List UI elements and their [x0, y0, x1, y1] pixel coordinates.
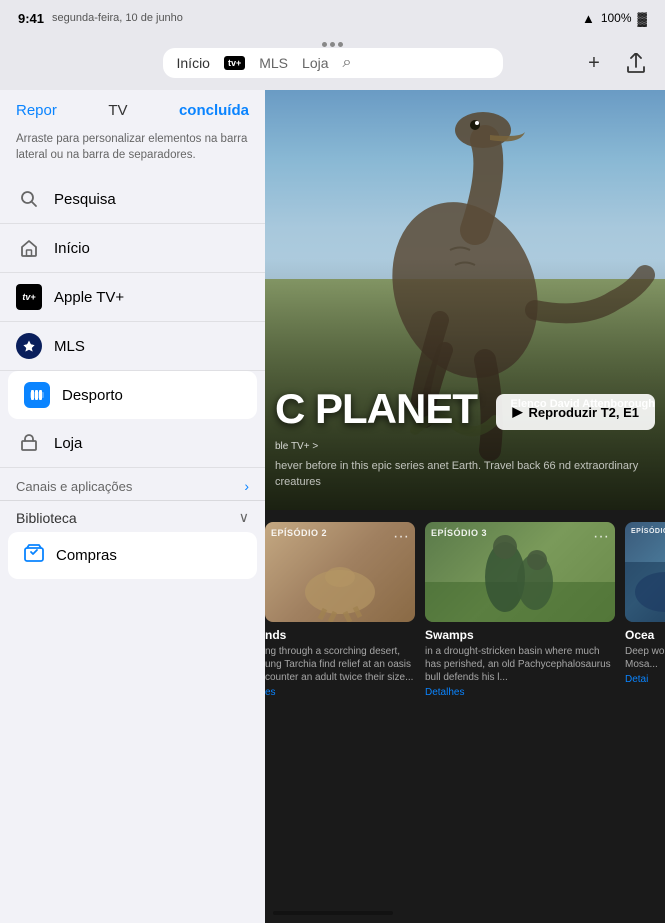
sidebar-item-pesquisa[interactable]: Pesquisa	[0, 175, 265, 224]
sidebar-item-label-loja: Loja	[54, 435, 249, 452]
episode-title-1: nds	[265, 628, 415, 642]
status-time: 9:41	[18, 11, 44, 26]
sidebar-canais-title: Canais e aplicações	[16, 479, 132, 494]
sidebar-item-inicio[interactable]: Início	[0, 224, 265, 273]
status-bar: 9:41 segunda-feira, 10 de junho ▲ 100% ▓	[0, 0, 665, 36]
sidebar: Repor TV concluída Arraste para personal…	[0, 90, 265, 923]
nav-bar: Início tv+ MLS Loja ⌕ +	[0, 36, 665, 90]
episodes-grid: EPÍSÓDIO 2 ··· nds ng through a scorchin…	[265, 522, 665, 698]
episode-desc-1: ng through a scorching desert, ung Tarch…	[265, 645, 415, 684]
episode-thumb-2: EPÍSÓDIO 3 ···	[425, 522, 615, 622]
sidebar-item-label-compras: Compras	[56, 547, 117, 564]
search-icon[interactable]: ⌕	[343, 54, 352, 72]
sidebar-item-label-inicio: Início	[54, 240, 249, 257]
sidebar-item-appletv[interactable]: tv+ Apple TV+	[0, 273, 265, 322]
nav-item-loja[interactable]: Loja	[302, 55, 328, 71]
nav-dots	[0, 36, 665, 47]
nav-item-mls[interactable]: MLS	[259, 55, 288, 71]
episodes-section: EPÍSÓDIO 2 ··· nds ng through a scorchin…	[265, 510, 665, 710]
store-icon	[16, 430, 42, 456]
share-button[interactable]	[621, 48, 651, 78]
episode-details-2[interactable]: Detalhes	[425, 687, 615, 698]
status-right: ▲ 100% ▓	[582, 11, 647, 26]
play-button-label: Reproduzir T2, E1	[528, 405, 639, 420]
sidebar-canais-header[interactable]: Canais e aplicações ›	[0, 468, 265, 500]
ep2-illustration	[425, 522, 615, 622]
sidebar-done-button[interactable]: concluída	[179, 102, 249, 119]
battery-icon: ▓	[638, 11, 647, 26]
home-indicator	[273, 911, 393, 915]
episode-thumb-1: EPÍSÓDIO 2 ···	[265, 522, 415, 622]
episode-card-3[interactable]: EPÍSÓDIO 4 Ocea Deep world Mosa... Detai	[625, 522, 665, 698]
appletv-icon: tv+	[16, 284, 42, 310]
hero-subtitle: ble TV+ >	[275, 438, 318, 452]
add-tab-button[interactable]: +	[579, 48, 609, 78]
battery-indicator: 100%	[601, 11, 632, 25]
episode-card-1[interactable]: EPÍSÓDIO 2 ··· nds ng through a scorchin…	[265, 522, 415, 698]
sidebar-hint: Arraste para personalizar elementos na b…	[0, 127, 265, 175]
sport-icon	[24, 382, 50, 408]
sidebar-header: Repor TV concluída	[0, 90, 265, 127]
search-icon	[16, 186, 42, 212]
episode-title-2: Swamps	[425, 628, 615, 642]
wifi-icon: ▲	[582, 11, 595, 26]
play-icon: ▶	[512, 404, 522, 420]
sidebar-biblioteca-header[interactable]: Biblioteca ∨	[0, 500, 265, 532]
purchases-icon	[24, 543, 44, 568]
nav-actions: +	[579, 48, 651, 78]
episode-details-1[interactable]: es	[265, 687, 415, 698]
home-icon	[16, 235, 42, 261]
nav-center: Início tv+ MLS Loja ⌕	[163, 48, 503, 78]
hero-section: C PLANET ble TV+ > hever before in this …	[265, 90, 665, 510]
hero-title: C PLANET	[275, 388, 477, 430]
ep3-illustration	[625, 522, 665, 622]
episode-thumb-3: EPÍSÓDIO 4	[625, 522, 665, 622]
main-content: C PLANET ble TV+ > hever before in this …	[265, 90, 665, 923]
sidebar-item-label-pesquisa: Pesquisa	[54, 191, 249, 208]
nav-item-inicio[interactable]: Início	[177, 55, 210, 71]
nav-item-appletv[interactable]: tv+	[224, 56, 245, 70]
hero-subtitle-text: ble TV+ >	[275, 441, 318, 452]
hero-description: hever before in this epic series anet Ea…	[275, 459, 655, 490]
sidebar-item-label-mls: MLS	[54, 338, 249, 355]
sidebar-list: Pesquisa Início tv+ Apple TV+ MLS	[0, 175, 265, 923]
episode-desc-3: Deep world Mosa...	[625, 645, 665, 671]
episode-title-3: Ocea	[625, 628, 665, 642]
sidebar-item-loja[interactable]: Loja	[0, 419, 265, 468]
sidebar-title: TV	[108, 102, 127, 119]
episode-card-2[interactable]: EPÍSÓDIO 3 ··· Swamps in a drought-stric…	[425, 522, 615, 698]
sidebar-item-label-desporto: Desporto	[62, 387, 241, 404]
episode-details-3[interactable]: Detai	[625, 674, 665, 685]
episode-desc-2: in a drought-stricken basin where much h…	[425, 645, 615, 684]
sidebar-biblioteca-chevron: ∨	[239, 509, 249, 526]
sidebar-item-label-appletv: Apple TV+	[54, 289, 249, 306]
mls-icon	[16, 333, 42, 359]
sidebar-reset-button[interactable]: Repor	[16, 102, 57, 119]
ep1-illustration	[265, 522, 415, 622]
sidebar-item-compras[interactable]: Compras	[8, 532, 257, 579]
status-date: segunda-feira, 10 de junho	[52, 12, 183, 24]
sidebar-biblioteca-title: Biblioteca	[16, 510, 77, 526]
sidebar-item-desporto[interactable]: Desporto	[8, 371, 257, 419]
sidebar-canais-chevron: ›	[244, 478, 249, 494]
play-button[interactable]: ▶ Reproduzir T2, E1	[496, 394, 655, 430]
sidebar-item-mls[interactable]: MLS	[0, 322, 265, 371]
